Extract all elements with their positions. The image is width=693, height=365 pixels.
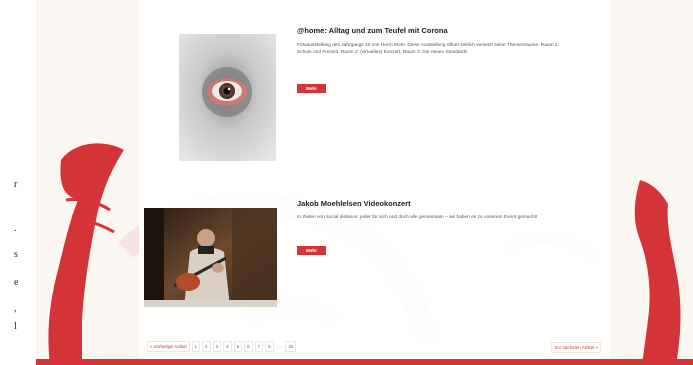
adjacent-page-margin: r . s e , l (0, 0, 30, 365)
page-link[interactable]: 3 (212, 340, 222, 352)
post-thumbnail-guitarist[interactable] (144, 208, 277, 307)
post-title[interactable]: Jakob Moehlelsen Videokonzert (297, 199, 411, 208)
margin-char: , (14, 303, 17, 314)
next-page-link[interactable]: Zur nächsten Artikel » (551, 342, 601, 353)
margin-char: l (14, 321, 17, 332)
read-more-button[interactable]: Mehr (297, 246, 326, 255)
margin-char: r (14, 179, 18, 190)
post-thumbnail-eye[interactable] (179, 34, 276, 161)
page-link[interactable]: 35 (285, 340, 297, 352)
read-more-button[interactable]: Mehr (297, 84, 326, 93)
margin-char: . (14, 223, 17, 234)
page-ellipsis: ... (277, 343, 282, 349)
page-screenshot: @home: Alltag und zum Teufel mit Corona … (36, 0, 693, 365)
post-excerpt: In Zeiten von social distance: jeder für… (297, 215, 538, 220)
previous-page-link[interactable]: « Vorherige Artikel (147, 340, 190, 352)
margin-char: s (14, 249, 18, 260)
footer-accent-bar (36, 359, 693, 365)
margin-char: e (14, 277, 19, 288)
post-card: Jakob Moehlelsen Videokonzert In Zeiten … (139, 190, 611, 320)
page-link[interactable]: 8 (265, 340, 274, 352)
pagination: « Vorherige Artikel 1 2 3 4 5 6 7 8 ... … (147, 340, 297, 352)
page-link[interactable]: 7 (254, 340, 264, 352)
page-link[interactable]: 1 (191, 340, 201, 352)
page-link[interactable]: 6 (244, 340, 253, 352)
post-excerpt: Fotoausstellung des Jahrgangs 10 von Her… (297, 43, 559, 56)
post-card: @home: Alltag und zum Teufel mit Corona … (139, 18, 611, 176)
page-link[interactable]: 2 (202, 340, 211, 352)
post-list: @home: Alltag und zum Teufel mit Corona … (139, 0, 611, 365)
page-link[interactable]: 5 (233, 340, 243, 352)
post-title[interactable]: @home: Alltag und zum Teufel mit Corona (297, 26, 448, 35)
page-link[interactable]: 4 (223, 340, 232, 352)
